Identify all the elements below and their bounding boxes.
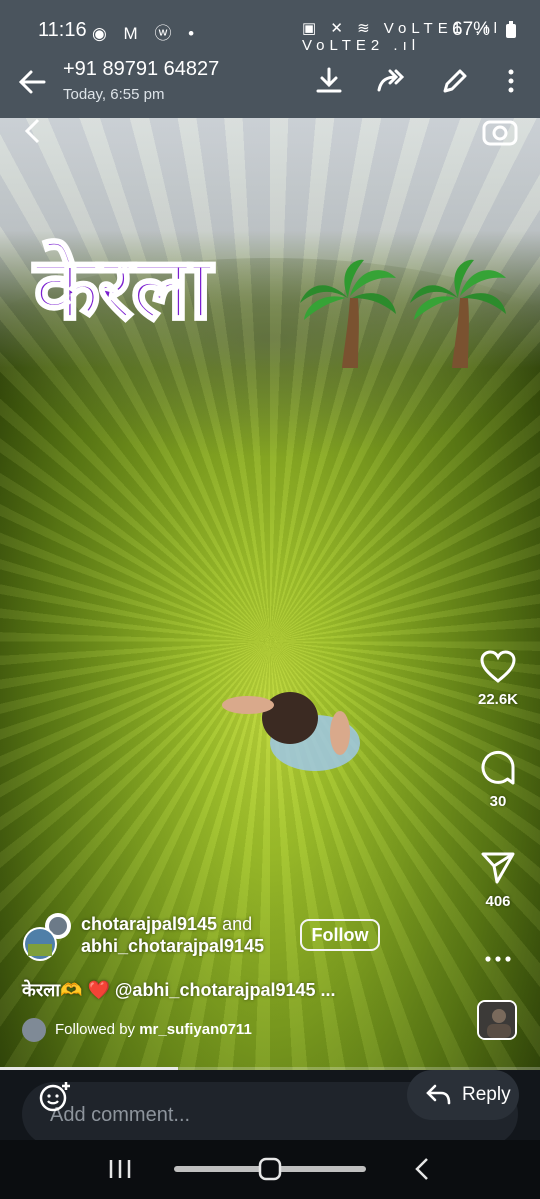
add-emoji-icon[interactable]: [38, 1080, 72, 1114]
comment-bar: Add comment... Reply: [0, 1070, 540, 1150]
camera-icon[interactable]: [482, 118, 518, 146]
notification-icons: ◉ M ⓦ •: [92, 24, 201, 43]
clock: 11:16: [38, 19, 87, 41]
chevron-left-icon[interactable]: [22, 118, 44, 144]
caption-text[interactable]: केरला🫶 ❤️ @abhi_chotarajpal9145 ...: [22, 978, 336, 1002]
collaborator-name[interactable]: abhi_chotarajpal9145: [81, 936, 264, 957]
more-vertical-icon[interactable]: [496, 66, 526, 96]
follow-button[interactable]: Follow: [300, 919, 380, 951]
reply-button[interactable]: Reply: [407, 1070, 519, 1120]
home-pill-icon[interactable]: [174, 1156, 366, 1182]
system-navigation-bar: [0, 1140, 540, 1199]
paper-plane-icon: [481, 852, 515, 884]
followed-by-prefix: Followed by: [55, 1021, 136, 1038]
like-count: 22.6K: [477, 691, 519, 708]
forward-icon[interactable]: [376, 66, 406, 96]
back-arrow-icon[interactable]: [16, 66, 48, 98]
speech-bubble-icon: [481, 750, 515, 785]
more-horizontal-icon[interactable]: [485, 954, 511, 964]
download-icon[interactable]: [314, 66, 344, 96]
reply-arrow-icon: [426, 1084, 451, 1105]
edit-pencil-icon[interactable]: [440, 66, 470, 96]
heart-icon: [480, 650, 516, 683]
author-joiner: and: [222, 914, 253, 934]
back-chevron-icon[interactable]: [408, 1154, 438, 1184]
battery-level: 67%: [452, 19, 491, 40]
system-status-bar: 11:16 ◉ M ⓦ • ▣ ✕ ≋ VoLTE1 .ıl VoLTE2 .ı…: [0, 0, 540, 58]
comment-button[interactable]: 30: [463, 750, 533, 810]
avatar: [22, 1018, 46, 1042]
person-in-field: [222, 692, 360, 771]
followed-by-text: Followed by mr_sufiyan0711: [55, 1021, 252, 1038]
comment-count: 30: [489, 793, 507, 810]
audio-avatar-icon: [479, 1002, 515, 1038]
share-count: 406: [485, 893, 511, 910]
palm-tree-emoji: [410, 259, 506, 368]
like-button[interactable]: 22.6K: [463, 650, 533, 708]
message-timestamp: Today, 6:55 pm: [63, 86, 165, 103]
audio-thumbnail[interactable]: [477, 1000, 517, 1040]
palm-tree-emoji: [300, 259, 396, 368]
author-avatars[interactable]: [22, 912, 76, 962]
message-header: +91 89791 64827 Today, 6:55 pm: [0, 58, 540, 118]
share-button[interactable]: 406: [463, 850, 533, 910]
recent-apps-icon[interactable]: [105, 1154, 135, 1184]
reply-label: Reply: [462, 1084, 511, 1105]
video-title-text: केरला: [33, 239, 214, 339]
followed-by-user: mr_sufiyan0711: [139, 1021, 252, 1038]
author-name[interactable]: chotarajpal9145: [81, 914, 217, 934]
battery-icon: [506, 21, 516, 38]
contact-name: +91 89791 64827: [63, 58, 220, 80]
author-line-1: chotarajpal9145 and: [81, 914, 252, 935]
